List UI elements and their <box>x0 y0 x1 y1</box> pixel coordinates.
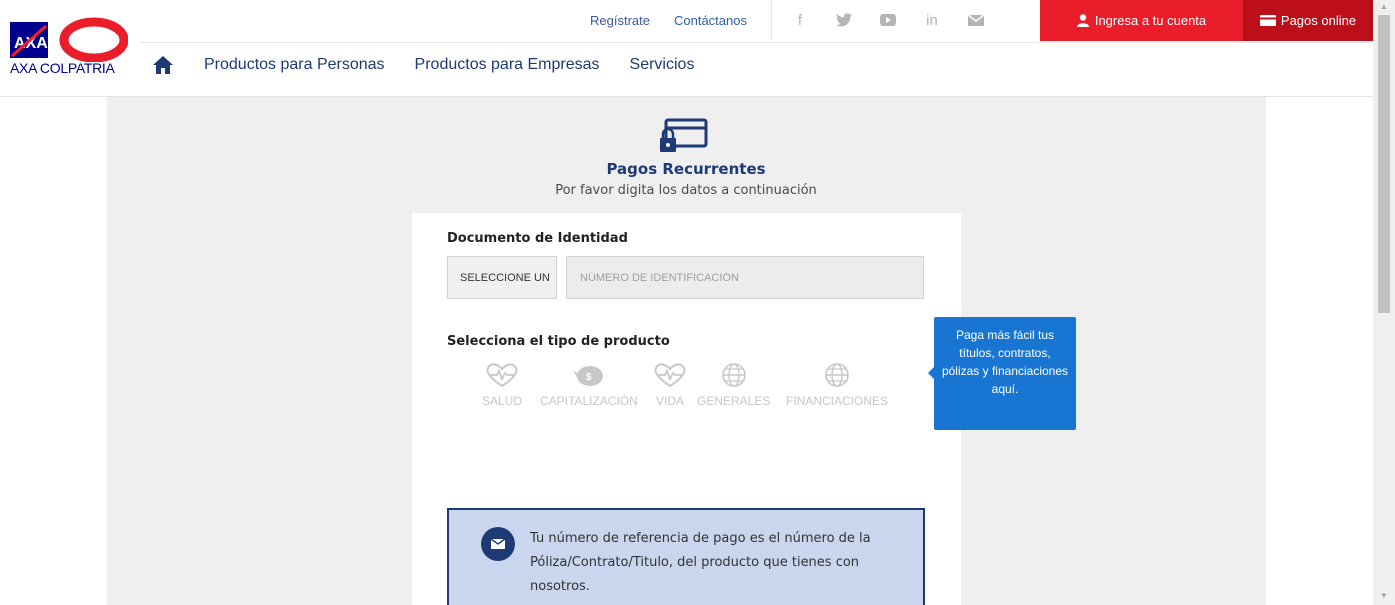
product-label: Selecciona el tipo de producto <box>447 334 670 349</box>
lock-card-icon <box>660 118 708 152</box>
page-subtitle: Por favor digita los datos a continuació… <box>555 183 817 198</box>
axa-logo-icon: AXA <box>10 17 129 63</box>
contact-link[interactable]: Contáctanos <box>674 13 747 28</box>
product-label-vida: VIDA <box>655 394 684 408</box>
site-header: AXA AXA COLPATRIA Regístrate Contáctanos… <box>0 0 1373 97</box>
product-vida[interactable]: VIDA <box>652 362 688 408</box>
doc-label: Documento de Identidad <box>447 231 628 246</box>
product-salud[interactable]: SALUD <box>482 362 522 408</box>
pay-online-button[interactable]: Pagos online <box>1243 0 1373 41</box>
product-label-salud: SALUD <box>482 394 523 408</box>
pay-online-label: Pagos online <box>1280 13 1357 28</box>
doc-type-select[interactable]: SELECCIONE UN <box>447 256 557 299</box>
logo-text: AXA COLPATRIA <box>10 60 115 76</box>
piggy-bank-icon: $ <box>572 366 603 386</box>
login-button[interactable]: Ingresa a tu cuenta <box>1040 0 1243 41</box>
globe-icon <box>721 363 746 387</box>
product-generales[interactable]: GENERALES <box>697 362 770 408</box>
twitter-icon[interactable] <box>826 10 862 30</box>
heart-life-icon <box>654 363 686 388</box>
home-icon[interactable] <box>152 54 174 76</box>
product-label-generales: GENERALES <box>697 394 771 408</box>
info-text: Tu número de referencia de pago es el nú… <box>530 531 871 594</box>
card-icon <box>1259 15 1276 26</box>
email-icon[interactable] <box>958 10 994 30</box>
register-link[interactable]: Regístrate <box>590 13 650 28</box>
globe-finance-icon <box>825 363 849 387</box>
social-links: f in <box>782 0 1002 40</box>
nav-item-servicios[interactable]: Servicios <box>630 56 695 74</box>
product-label-capitalizacion: CAPITALIZACIÓN <box>540 394 638 408</box>
page-title: Pagos Recurrentes <box>606 160 766 178</box>
heart-pulse-icon <box>486 363 518 388</box>
user-icon <box>1076 14 1089 27</box>
facebook-icon[interactable]: f <box>782 10 818 30</box>
scroll-thumb[interactable] <box>1378 15 1390 313</box>
login-label: Ingresa a tu cuenta <box>1094 13 1207 28</box>
scroll-up-arrow-icon[interactable]: ▲ <box>1373 2 1395 14</box>
doc-number-input[interactable] <box>566 256 924 299</box>
page-scrollbar[interactable]: ▲ ▼ <box>1373 0 1395 605</box>
linkedin-icon[interactable]: in <box>914 10 950 30</box>
youtube-icon[interactable] <box>870 10 906 30</box>
product-label-financiaciones: FINANCIACIONES <box>786 394 889 408</box>
nav-item-personas[interactable]: Productos para Personas <box>204 56 385 74</box>
product-financiaciones[interactable]: FINANCIACIONES <box>786 362 888 408</box>
main-nav: Productos para Personas Productos para E… <box>152 50 724 80</box>
envelope-icon <box>481 527 515 561</box>
product-capitalizacion[interactable]: $ CAPITALIZACIÓN <box>540 362 638 408</box>
header-divider <box>140 42 1373 43</box>
product-tooltip: Paga más fácil tus títulos, contratos, p… <box>934 317 1076 430</box>
top-links: Regístrate Contáctanos f in <box>590 0 1002 40</box>
svg-text:$: $ <box>586 372 592 383</box>
nav-item-empresas[interactable]: Productos para Empresas <box>415 56 600 74</box>
scroll-down-arrow-icon[interactable]: ▼ <box>1373 591 1395 603</box>
top-divider <box>770 0 772 40</box>
